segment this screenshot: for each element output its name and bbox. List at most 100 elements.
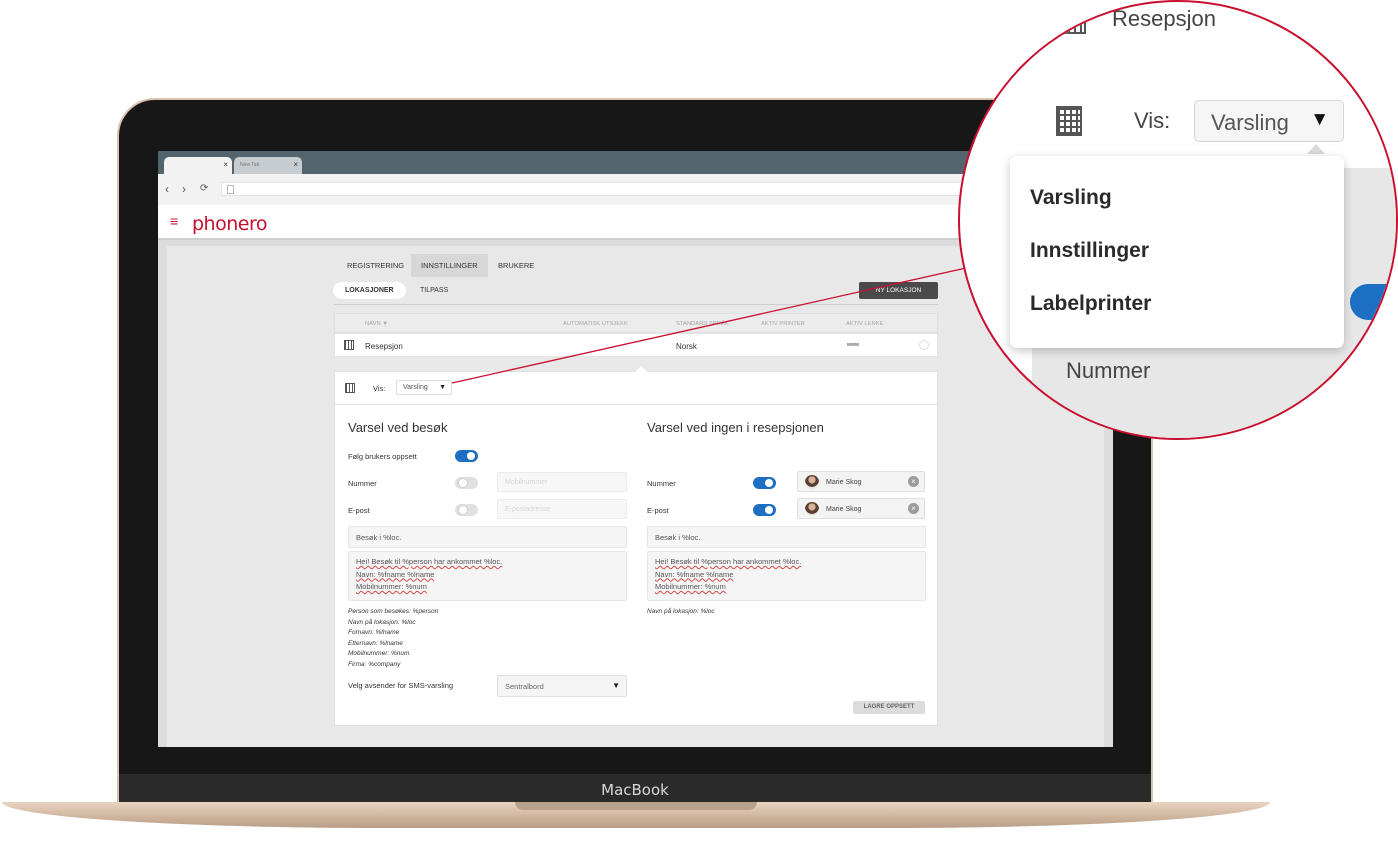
menu-item-varsling[interactable]: Varsling <box>1030 186 1112 210</box>
column-header-printer: AKTIV PRINTER <box>761 321 805 327</box>
help-line: Navn på lokasjon: %loc <box>348 618 416 626</box>
browser-tab-active[interactable]: × <box>164 157 232 174</box>
help-line: Fornavn: %fname <box>348 629 400 636</box>
message-textarea[interactable]: Hei! Besøk til %person har ankommet %loc… <box>348 551 627 601</box>
column-header-sprak: STANDARD SPRÅK <box>676 321 729 327</box>
divider <box>334 304 938 305</box>
tab-registrering[interactable]: REGISTRERING <box>347 261 404 270</box>
building-icon <box>344 340 354 350</box>
table-header: NAVN ▼ AUTOMATISK UTSJEKK STANDARD SPRÅK… <box>334 313 938 333</box>
remove-icon[interactable]: × <box>908 503 919 514</box>
email-toggle[interactable] <box>455 504 478 516</box>
delete-icon[interactable] <box>919 340 929 350</box>
forward-icon[interactable]: › <box>182 182 186 196</box>
toggle-knob <box>458 505 468 515</box>
vis-select[interactable]: Varsling ▼ <box>396 380 452 395</box>
help-line: Etternavn: %lname <box>348 639 403 647</box>
reload-icon[interactable]: ⟳ <box>200 183 208 194</box>
close-icon[interactable]: × <box>293 160 298 169</box>
table-row[interactable]: Resepsjon Norsk www <box>334 333 938 357</box>
variables-help: Navn på lokasjon: %loc <box>647 607 715 618</box>
toggle-knob <box>458 478 468 488</box>
follow-toggle[interactable] <box>455 450 478 462</box>
laptop-notch <box>515 802 757 810</box>
number-toggle[interactable] <box>455 477 478 489</box>
contact-chip[interactable]: Marie Skog × <box>797 471 925 492</box>
zoom-vis-label: Vis: <box>1134 108 1171 133</box>
zoom-location-name: Resepsjon <box>1112 6 1216 31</box>
browser-tab-newtab[interactable]: New Tab × <box>234 157 302 174</box>
vis-select-value: Varsling <box>403 384 428 391</box>
subtab-tilpass[interactable]: TILPASS <box>420 287 448 294</box>
toggle[interactable] <box>1350 284 1396 320</box>
message-line: Navn: %fname %lname <box>356 569 435 579</box>
new-location-button[interactable]: NY LOKASJON <box>859 282 938 299</box>
variables-help: Person som besøkes: %person Navn på loka… <box>348 607 438 670</box>
menu-item-labelprinter[interactable]: Labelprinter <box>1030 292 1151 316</box>
building-icon <box>1060 16 1086 34</box>
toggle-knob <box>765 506 773 514</box>
left-section-title: Varsel ved besøk <box>348 420 448 435</box>
menu-item-innstillinger[interactable]: Innstillinger <box>1030 239 1149 263</box>
page-icon <box>227 185 234 194</box>
building-icon <box>345 383 355 393</box>
zoom-callout: Resepsjon Vis: Varsling ▼ Varsling Innst… <box>958 0 1398 440</box>
email-toggle[interactable] <box>753 504 776 516</box>
toggle-knob <box>765 479 773 487</box>
caret-down-icon: ▼ <box>612 681 620 690</box>
subject-input[interactable]: Besøk i %loc. <box>647 526 926 548</box>
zoom-number-label: Nummer <box>1066 358 1151 383</box>
message-line: Hei! Besøk til %person har ankommet %loc… <box>356 557 503 566</box>
vis-dropdown-menu: Varsling Innstillinger Labelprinter <box>1010 156 1344 348</box>
right-section-title: Varsel ved ingen i resepsjonen <box>647 420 824 435</box>
number-label: Nummer <box>647 479 676 488</box>
avatar <box>805 475 819 489</box>
subtab-lokasjoner[interactable]: LOKASJONER <box>333 282 406 299</box>
vis-label: Vis: <box>373 384 386 393</box>
number-label: Nummer <box>348 479 377 488</box>
location-name: Resepsjon <box>365 342 403 351</box>
help-line: Navn på lokasjon: %loc <box>647 608 715 615</box>
contact-chip[interactable]: Marie Skog × <box>797 498 925 519</box>
menu-caret <box>1307 144 1325 154</box>
message-line: Mobilnummer: %num <box>655 582 726 591</box>
mobile-number-input[interactable]: Mobilnummer <box>497 472 627 492</box>
logo: phonero <box>192 213 267 235</box>
message-line: Navn: %fname %lname <box>655 569 734 579</box>
message-line: Hei! Besøk til %person har ankommet %loc… <box>655 557 802 566</box>
subject-input[interactable]: Besøk i %loc. <box>348 526 627 548</box>
app-content: REGISTRERING INNSTILLINGER BRUKERE LOKAS… <box>167 246 1104 747</box>
column-header-utsjekk: AUTOMATISK UTSJEKK <box>563 321 628 327</box>
browser-tab-label: New Tab <box>240 162 260 168</box>
avatar <box>805 502 819 516</box>
location-detail-panel: Vis: Varsling ▼ Varsel ved besøk Følg br… <box>334 366 938 726</box>
menu-icon[interactable]: ≡ <box>170 213 178 229</box>
help-line: Person som besøkes: %person <box>348 608 439 615</box>
remove-icon[interactable]: × <box>908 476 919 487</box>
panel-toolbar: Vis: Varsling ▼ <box>335 372 937 405</box>
email-label: E-post <box>647 506 669 515</box>
laptop-brand: MacBook <box>601 781 669 799</box>
sms-sender-select[interactable]: Sentralbord ▼ <box>497 675 627 697</box>
help-line: Firma: %company <box>348 660 401 668</box>
tab-brukere[interactable]: BRUKERE <box>498 261 534 270</box>
link-icon[interactable]: www <box>847 342 859 348</box>
tab-innstillinger[interactable]: INNSTILLINGER <box>411 254 488 277</box>
contact-name: Marie Skog <box>826 479 862 486</box>
toggle-knob <box>467 452 475 460</box>
email-input[interactable]: E-postadresse <box>497 499 627 519</box>
sms-sender-label: Velg avsender for SMS-varsling <box>348 681 454 690</box>
back-icon[interactable]: ‹ <box>165 182 169 196</box>
message-line: Mobilnummer: %num <box>356 582 427 591</box>
close-icon[interactable]: × <box>223 160 228 169</box>
message-textarea[interactable]: Hei! Besøk til %person har ankommet %loc… <box>647 551 926 601</box>
number-toggle[interactable] <box>753 477 776 489</box>
caret-down-icon: ▼ <box>1310 109 1329 130</box>
contact-name: Marie Skog <box>826 506 862 513</box>
save-button[interactable]: LAGRE OPPSETT <box>853 701 925 714</box>
caret-down-icon: ▼ <box>439 384 446 391</box>
column-header-navn[interactable]: NAVN ▼ <box>365 321 388 327</box>
email-label: E-post <box>348 506 370 515</box>
zoom-vis-select[interactable]: Varsling ▼ <box>1194 100 1344 142</box>
follow-label: Følg brukers oppsett <box>348 452 417 461</box>
